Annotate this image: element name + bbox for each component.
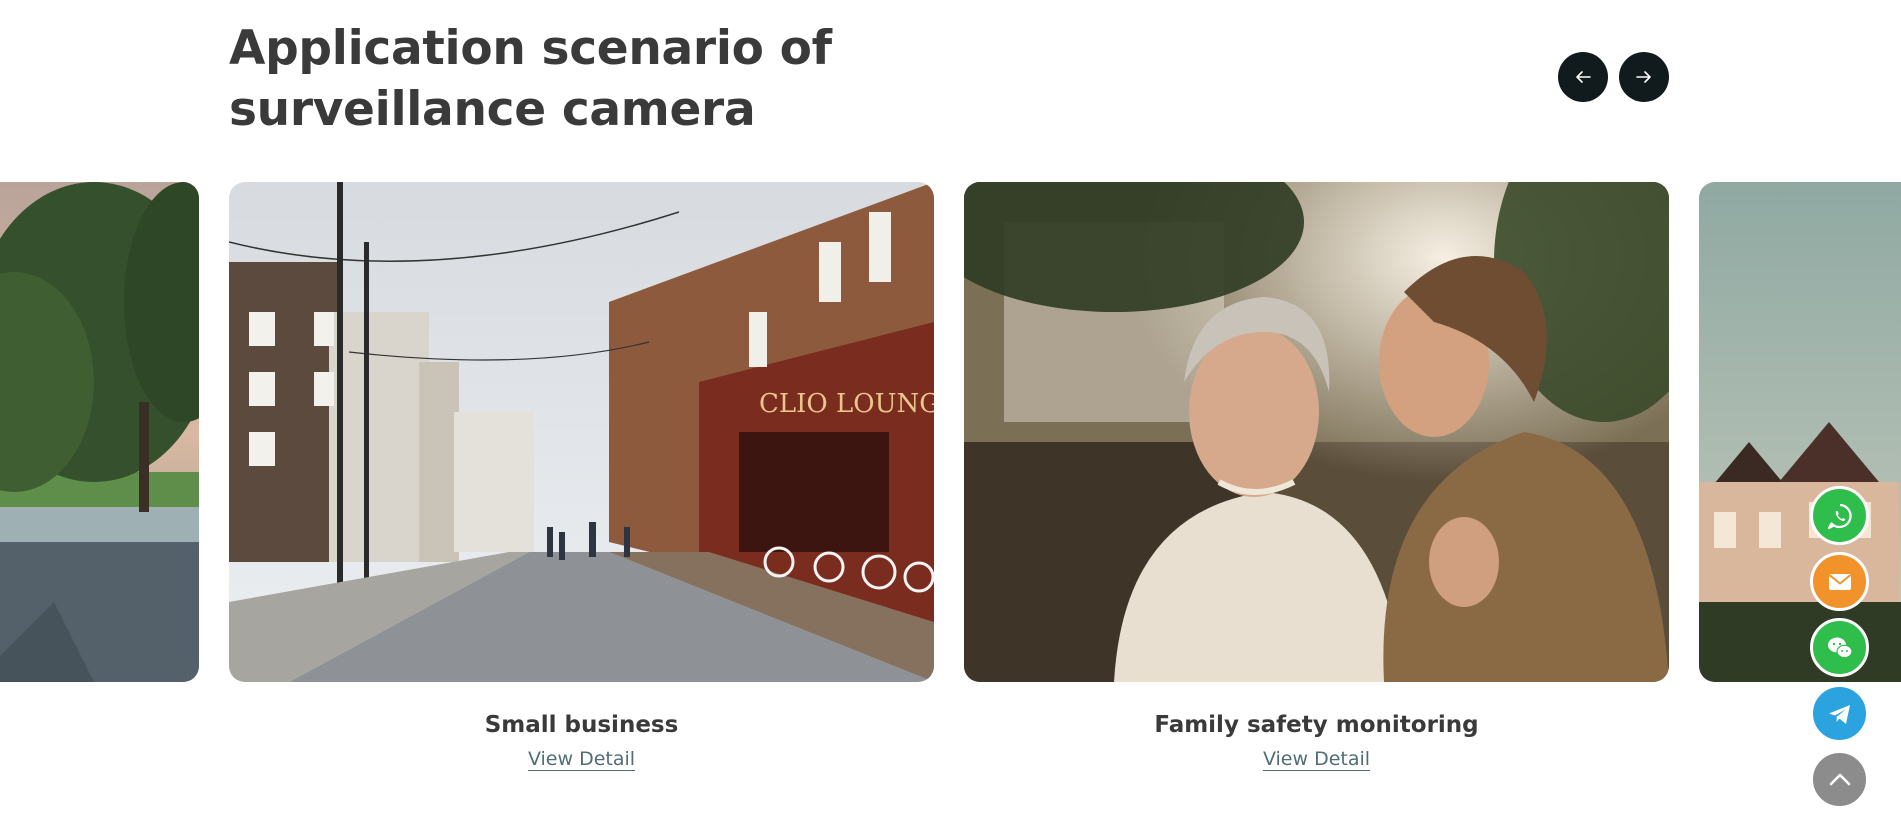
back-to-top-button[interactable] [1810, 750, 1869, 809]
arrow-right-icon [1636, 71, 1651, 83]
city-street-image: CLIO LOUNGE [229, 182, 934, 682]
svg-text:CLIO LOUNGE: CLIO LOUNGE [759, 389, 934, 419]
whatsapp-icon [1827, 503, 1852, 529]
carousel-card-partial-right[interactable] [1699, 182, 1901, 682]
telegram-icon [1828, 704, 1850, 724]
email-icon [1828, 573, 1851, 590]
carousel-card-partial-left[interactable] [0, 182, 199, 682]
victorian-houses-image [1699, 182, 1901, 682]
page: Application scenario of surveillance cam… [0, 0, 1901, 815]
view-detail-link[interactable]: View Detail [528, 748, 635, 770]
lakeside-trees-image [0, 182, 199, 682]
card-title: Family safety monitoring [1154, 712, 1479, 738]
carousel-card[interactable]: Family safety monitoring View Detail [964, 182, 1669, 770]
carousel-card[interactable]: CLIO LOUNGE [229, 182, 934, 770]
card-title: Small business [484, 712, 679, 738]
family-image [964, 182, 1669, 682]
telegram-button[interactable] [1810, 684, 1869, 743]
chevron-up-icon [1829, 773, 1850, 785]
section-title: Application scenario of surveillance cam… [229, 21, 832, 137]
email-button[interactable] [1810, 552, 1869, 611]
wechat-icon [1827, 637, 1853, 658]
wechat-button[interactable] [1810, 618, 1869, 677]
carousel-prev-button[interactable] [1558, 52, 1608, 102]
carousel-track: CLIO LOUNGE [0, 182, 1901, 782]
view-detail-link[interactable]: View Detail [1263, 748, 1370, 770]
carousel-next-button[interactable] [1619, 52, 1669, 102]
arrow-left-icon [1576, 71, 1591, 83]
whatsapp-button[interactable] [1810, 486, 1869, 545]
